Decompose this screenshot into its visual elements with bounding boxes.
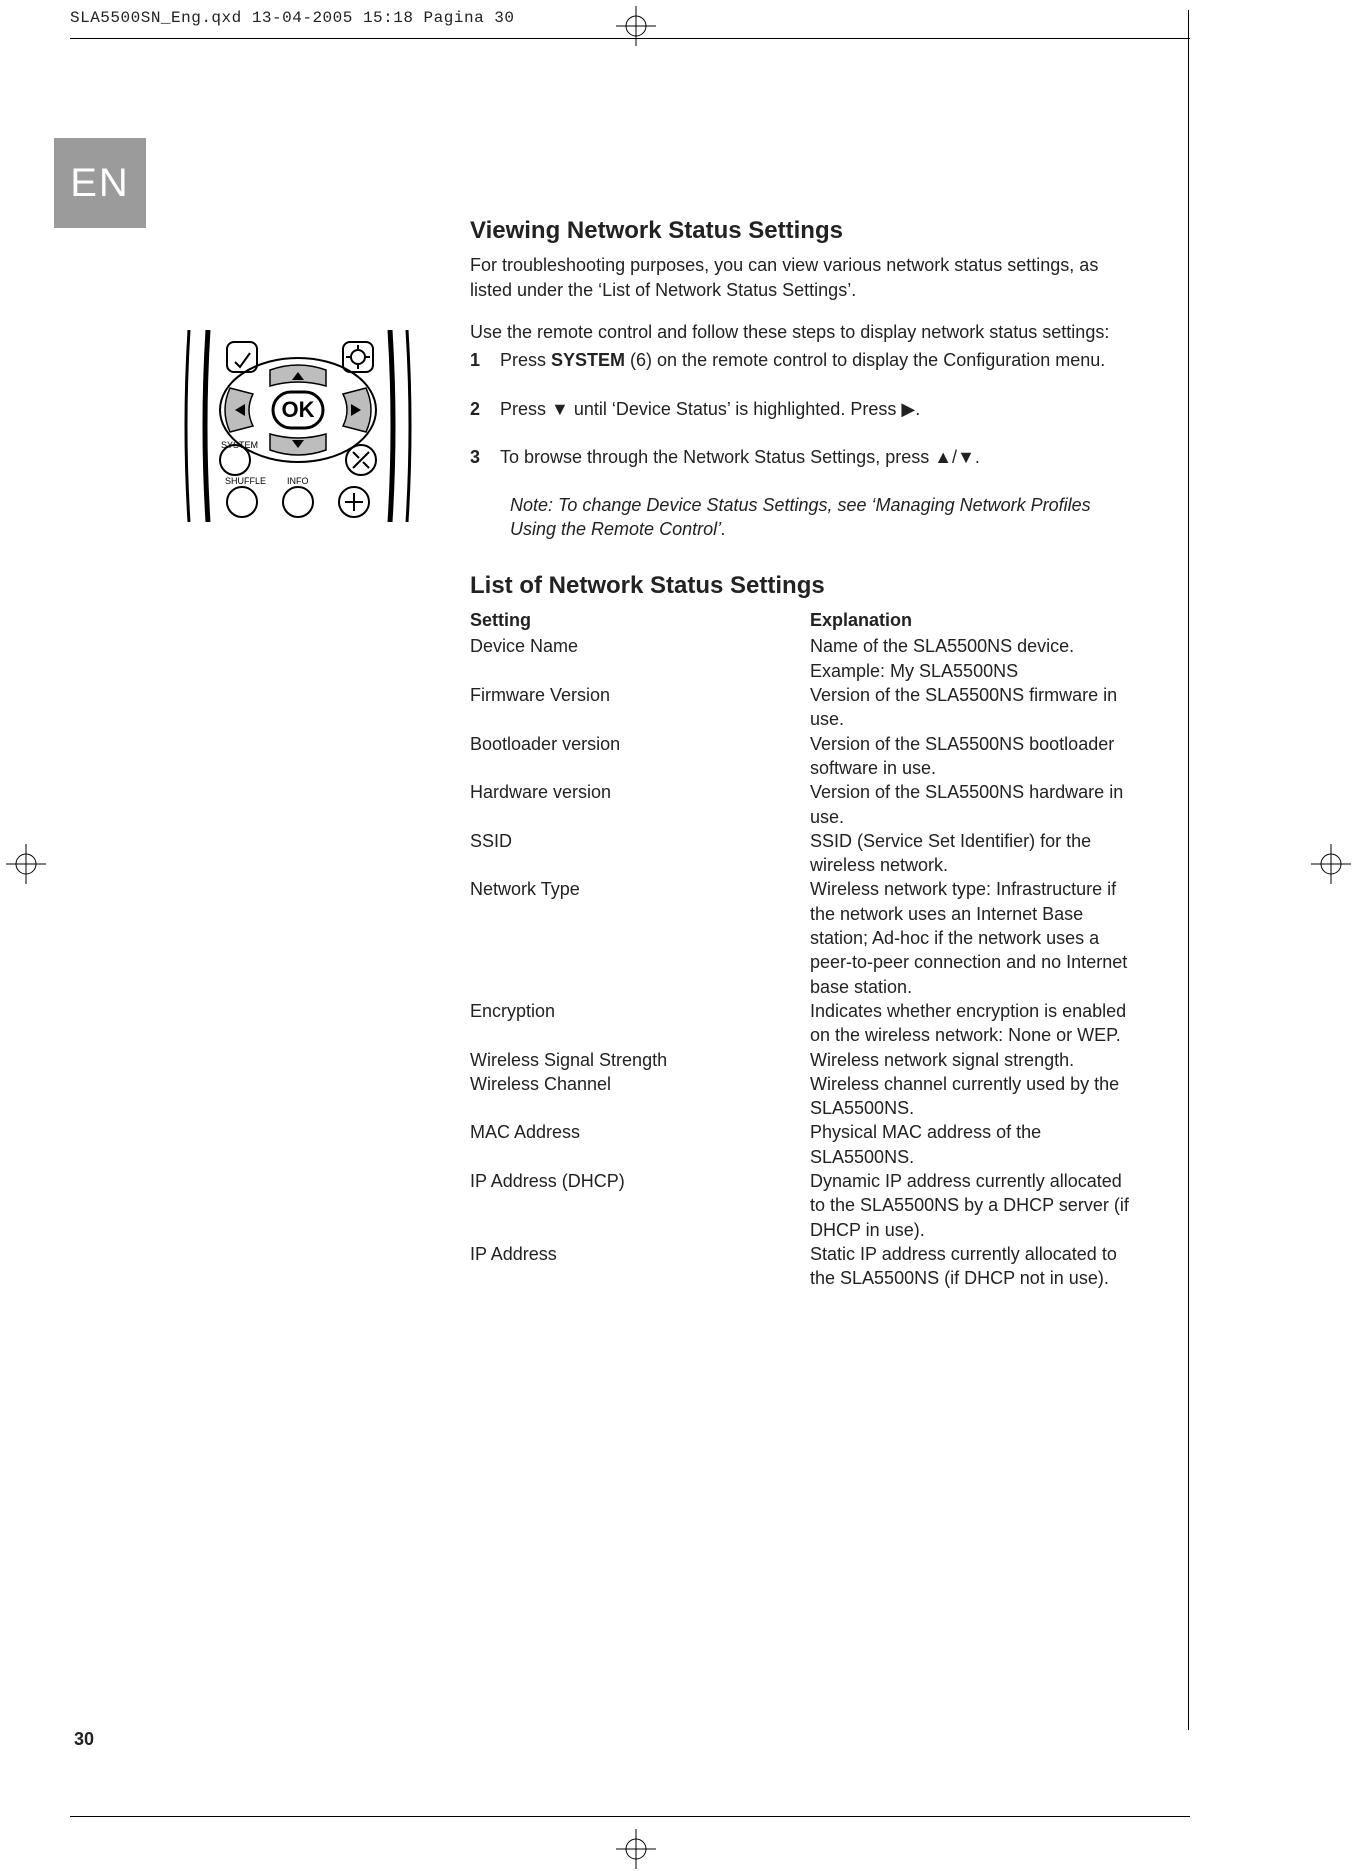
setting-name: Bootloader version: [470, 732, 810, 781]
registration-mark-right: [1311, 844, 1351, 884]
step-item: 3 To browse through the Network Status S…: [470, 445, 1130, 469]
svg-text:OK: OK: [282, 397, 315, 422]
column-header-setting: Setting: [470, 608, 810, 632]
section-heading: Viewing Network Status Settings: [470, 215, 1130, 247]
intro-paragraph: For troubleshooting purposes, you can vi…: [470, 253, 1130, 302]
setting-name: MAC Address: [470, 1120, 810, 1169]
list-heading: List of Network Status Settings: [470, 570, 1130, 602]
setting-explanation: Version of the SLA5500NS bootloader soft…: [810, 732, 1130, 781]
down-arrow-icon: ▼: [551, 399, 569, 419]
setting-explanation: Wireless channel currently used by the S…: [810, 1072, 1130, 1121]
setting-name: SSID: [470, 829, 810, 878]
registration-mark-left: [6, 844, 46, 884]
setting-explanation: Name of the SLA5500NS device. Example: M…: [810, 634, 1130, 683]
right-arrow-icon: ▶: [901, 399, 915, 419]
registration-mark-top: [616, 6, 656, 46]
up-arrow-icon: ▲: [934, 447, 952, 467]
setting-name: Encryption: [470, 999, 810, 1048]
step-number: 2: [470, 397, 480, 421]
registration-mark-bottom: [616, 1829, 656, 1869]
setting-explanation: Wireless network signal strength.: [810, 1048, 1130, 1072]
step-item: 2 Press ▼ until ‘Device Status’ is highl…: [470, 397, 1130, 421]
down-arrow-icon: ▼: [957, 447, 975, 467]
svg-text:SYSTEM: SYSTEM: [221, 440, 258, 450]
step-item: 1 Press SYSTEM (6) on the remote control…: [470, 348, 1130, 372]
language-tab: EN: [54, 138, 146, 228]
step-text: Press: [500, 399, 551, 419]
step-number: 3: [470, 445, 480, 469]
setting-explanation: SSID (Service Set Identifier) for the wi…: [810, 829, 1130, 878]
column-header-explanation: Explanation: [810, 608, 1130, 632]
setting-name: Hardware version: [470, 780, 810, 829]
step-number: 1: [470, 348, 480, 372]
setting-explanation: Wireless network type: Infrastructure if…: [810, 877, 1130, 998]
settings-table: Setting Explanation Device NameName of t…: [470, 608, 1130, 1290]
setting-explanation: Indicates whether encryption is enabled …: [810, 999, 1130, 1048]
page-number: 30: [74, 1727, 94, 1751]
trim-edge: [1188, 10, 1189, 1730]
setting-name: Wireless Signal Strength: [470, 1048, 810, 1072]
setting-explanation: Static IP address currently allocated to…: [810, 1242, 1130, 1291]
setting-name: Network Type: [470, 877, 810, 998]
step-text: .: [975, 447, 980, 467]
setting-name: IP Address: [470, 1242, 810, 1291]
trim-edge: [70, 1816, 1190, 1817]
step-text: .: [915, 399, 920, 419]
page-content: Viewing Network Status Settings For trou…: [470, 215, 1130, 1290]
lead-paragraph: Use the remote control and follow these …: [470, 320, 1130, 344]
step-text: To browse through the Network Status Set…: [500, 447, 934, 467]
setting-name: Wireless Channel: [470, 1072, 810, 1121]
step-bold: SYSTEM: [551, 350, 625, 370]
trim-edge: [70, 38, 1190, 39]
setting-explanation: Dynamic IP address currently allocated t…: [810, 1169, 1130, 1242]
step-text: (6) on the remote control to display the…: [625, 350, 1105, 370]
note-paragraph: Note: To change Device Status Settings, …: [470, 493, 1130, 542]
svg-text:INFO: INFO: [287, 476, 309, 486]
setting-name: IP Address (DHCP): [470, 1169, 810, 1242]
setting-name: Firmware Version: [470, 683, 810, 732]
setting-explanation: Version of the SLA5500NS hardware in use…: [810, 780, 1130, 829]
svg-text:SHUFFLE: SHUFFLE: [225, 476, 266, 486]
remote-control-illustration: OK SYSTEM SHUFFLE INFO: [175, 330, 421, 522]
setting-explanation: Physical MAC address of the SLA5500NS.: [810, 1120, 1130, 1169]
setting-name: Device Name: [470, 634, 810, 683]
setting-explanation: Version of the SLA5500NS firmware in use…: [810, 683, 1130, 732]
print-header: SLA5500SN_Eng.qxd 13-04-2005 15:18 Pagin…: [70, 8, 514, 30]
steps-list: 1 Press SYSTEM (6) on the remote control…: [470, 348, 1130, 469]
step-text: until ‘Device Status’ is highlighted. Pr…: [569, 399, 902, 419]
step-text: Press: [500, 350, 551, 370]
